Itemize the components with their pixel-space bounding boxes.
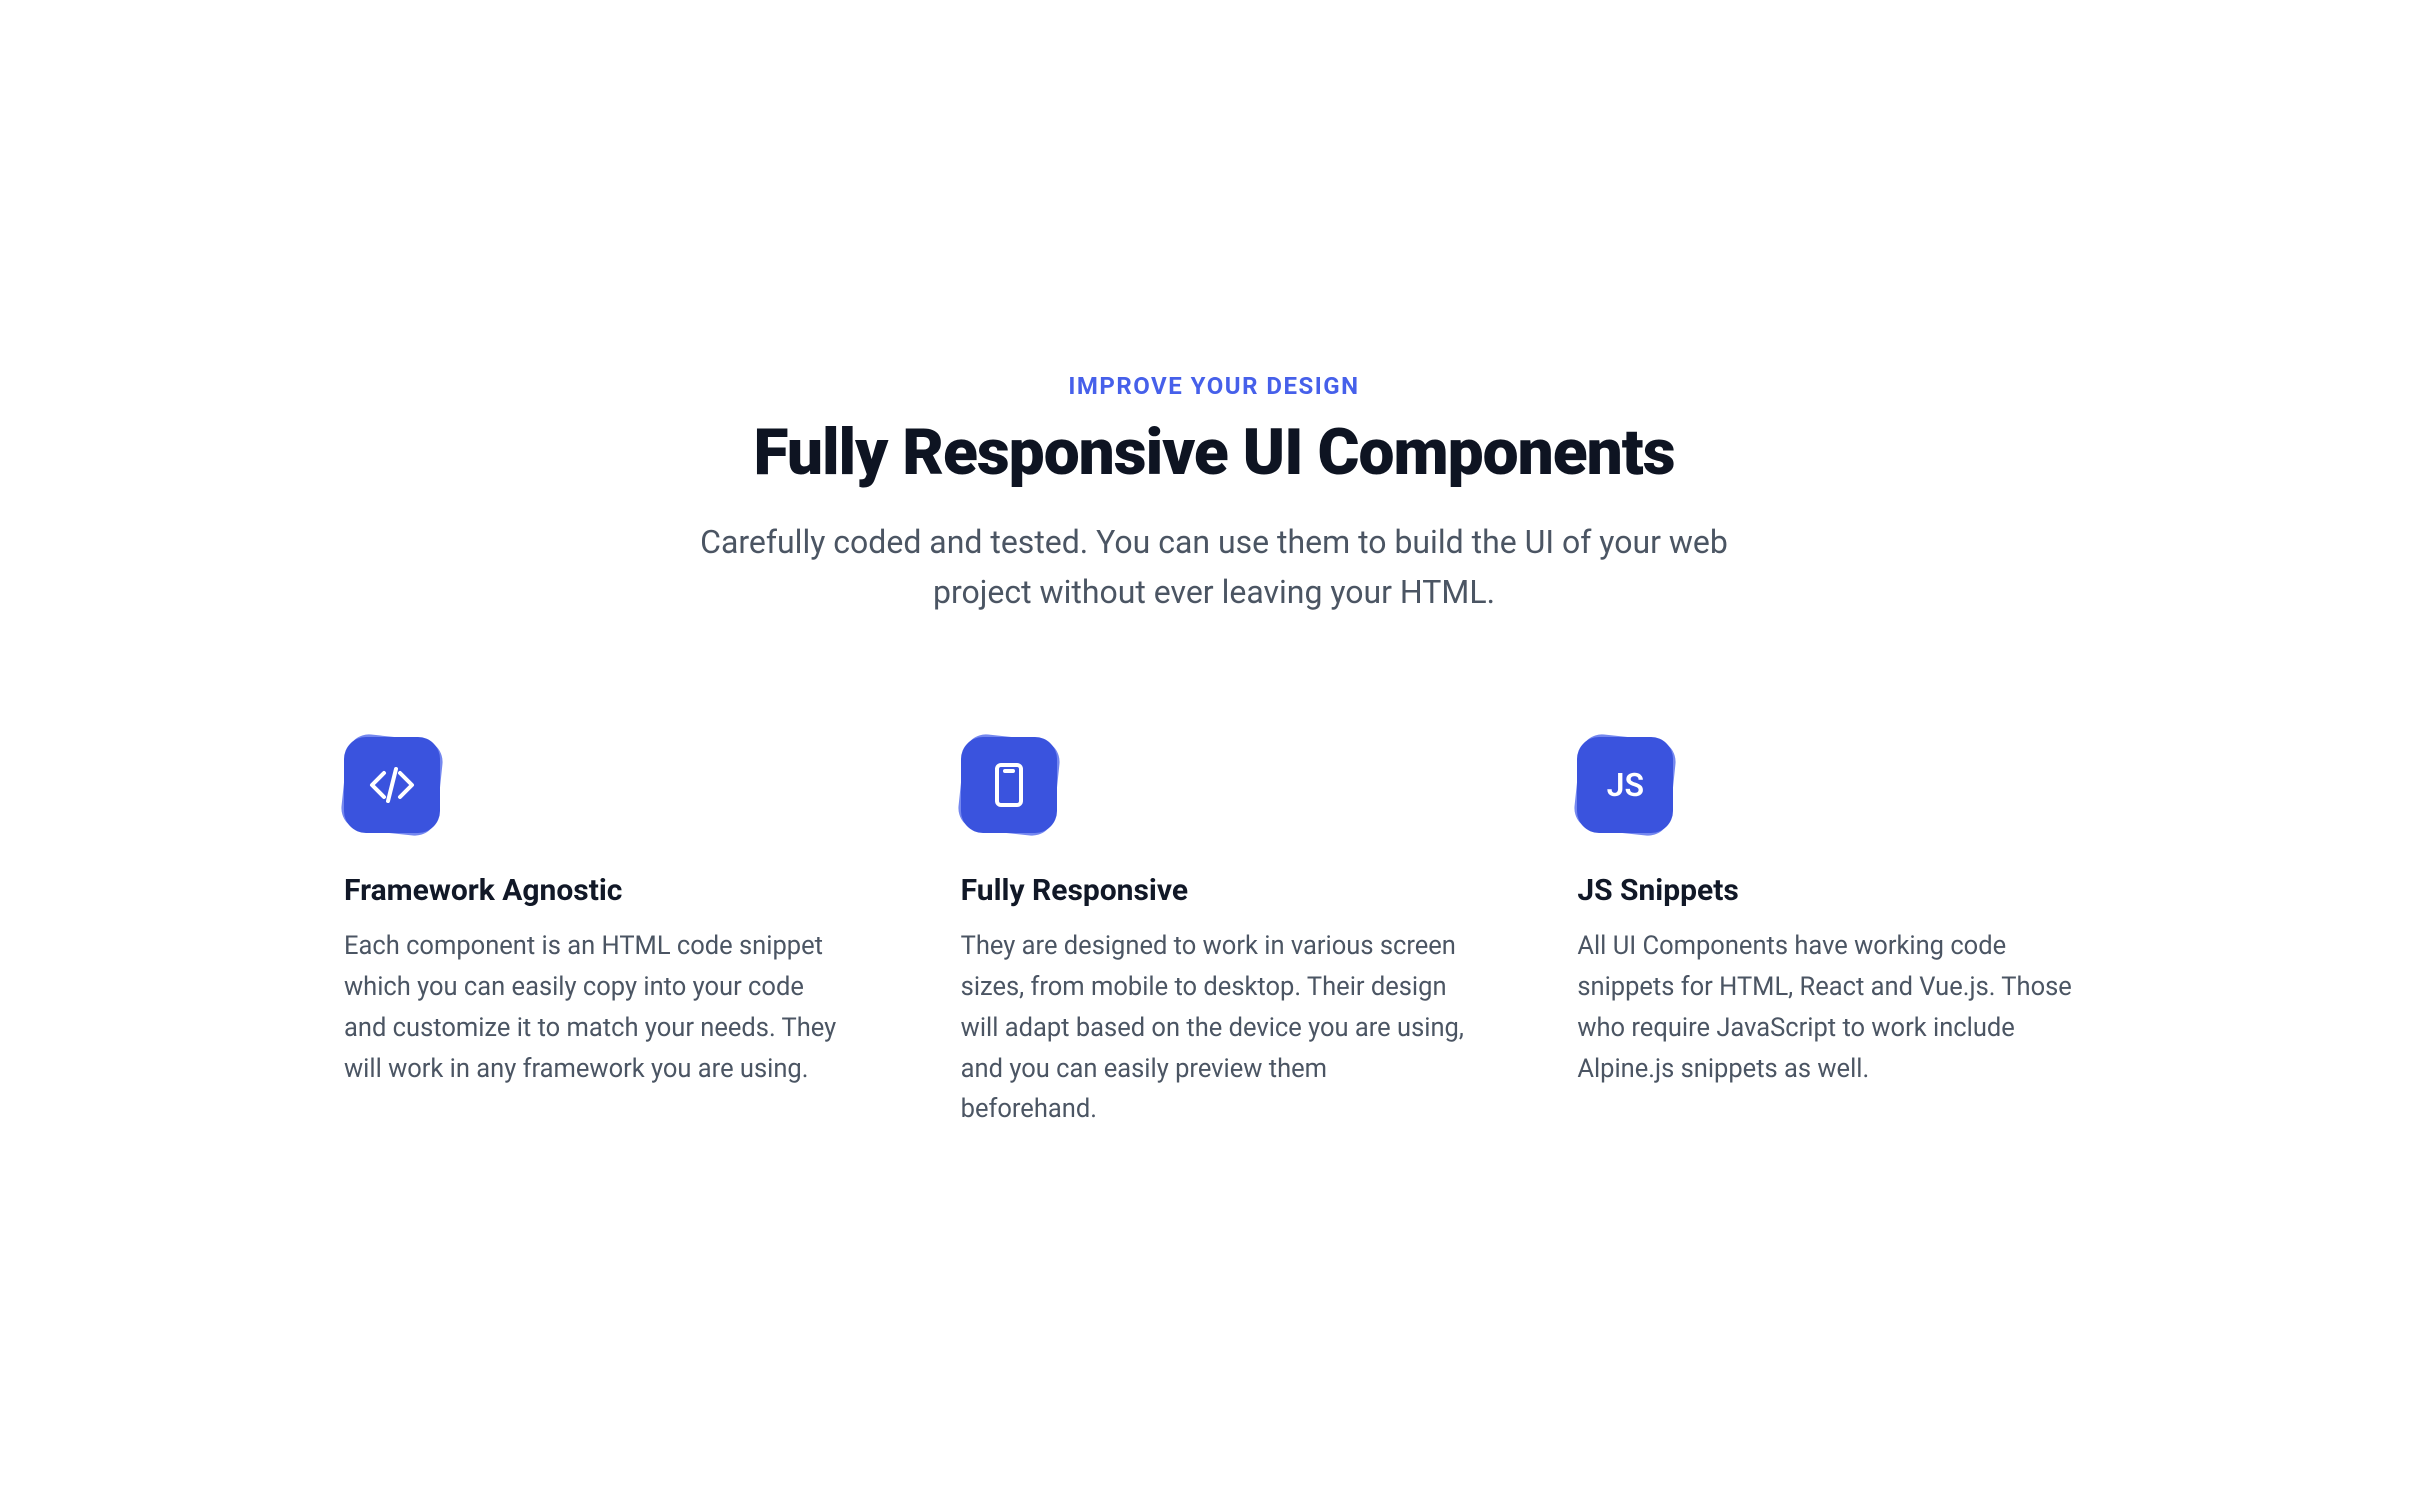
section-header: IMPROVE YOUR DESIGN Fully Responsive UI … bbox=[344, 372, 2084, 618]
icon-wrapper bbox=[961, 737, 1057, 833]
feature-description: They are designed to work in various scr… bbox=[961, 926, 1468, 1130]
feature-title: Fully Responsive bbox=[961, 873, 1468, 908]
feature-js-snippets: JS JS Snippets All UI Components have wo… bbox=[1577, 737, 2084, 1130]
section-title: Fully Responsive UI Components bbox=[344, 418, 2084, 488]
features-grid: Framework Agnostic Each component is an … bbox=[344, 737, 2084, 1130]
feature-title: Framework Agnostic bbox=[344, 873, 851, 908]
feature-description: Each component is an HTML code snippet w… bbox=[344, 926, 851, 1089]
feature-framework-agnostic: Framework Agnostic Each component is an … bbox=[344, 737, 851, 1130]
phone-icon bbox=[961, 737, 1057, 833]
js-icon: JS bbox=[1577, 737, 1673, 833]
feature-fully-responsive: Fully Responsive They are designed to wo… bbox=[961, 737, 1468, 1130]
features-section: IMPROVE YOUR DESIGN Fully Responsive UI … bbox=[214, 372, 2214, 1131]
code-icon bbox=[344, 737, 440, 833]
eyebrow-text: IMPROVE YOUR DESIGN bbox=[344, 372, 2084, 400]
feature-title: JS Snippets bbox=[1577, 873, 2084, 908]
section-subtitle: Carefully coded and tested. You can use … bbox=[684, 518, 1744, 617]
icon-wrapper: JS bbox=[1577, 737, 1673, 833]
feature-description: All UI Components have working code snip… bbox=[1577, 926, 2084, 1089]
js-icon-label: JS bbox=[1607, 766, 1644, 804]
icon-wrapper bbox=[344, 737, 440, 833]
